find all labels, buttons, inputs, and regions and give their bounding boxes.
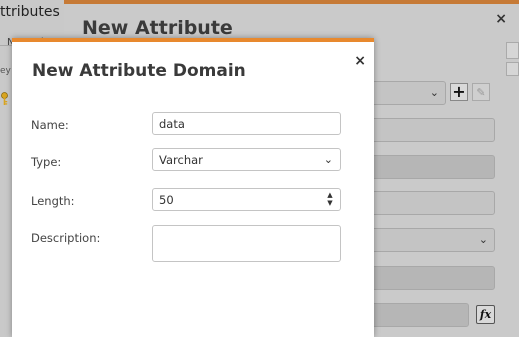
attribute-field <box>370 155 495 179</box>
spin-down-icon[interactable]: ▼ <box>326 199 334 207</box>
key-icon <box>1 92 8 105</box>
chevron-down-icon: ⌄ <box>478 233 488 246</box>
dialog-title: New Attribute Domain <box>32 61 246 81</box>
length-value: 50 <box>159 193 174 207</box>
edit-domain-button[interactable]: ✎ <box>472 83 490 101</box>
spin-up-icon[interactable]: ▲ <box>326 191 334 199</box>
attribute-select[interactable]: ⌄ <box>370 228 495 252</box>
type-select[interactable]: Varchar ⌄ <box>152 148 341 171</box>
side-handle <box>506 62 519 76</box>
type-select-value: Varchar <box>159 153 203 167</box>
add-domain-button[interactable]: + <box>450 83 468 101</box>
close-icon[interactable]: × <box>354 53 366 69</box>
attribute-field <box>370 266 495 290</box>
new-attribute-title: New Attribute <box>82 17 233 39</box>
chevron-down-icon: ⌄ <box>429 86 439 99</box>
attribute-field[interactable] <box>370 191 495 215</box>
pencil-icon: ✎ <box>476 86 486 99</box>
side-handle <box>506 42 519 59</box>
name-label: Name: <box>31 118 69 132</box>
new-attribute-close-icon[interactable]: × <box>495 11 507 27</box>
length-label: Length: <box>31 194 75 208</box>
expression-field <box>370 303 469 327</box>
length-input[interactable]: 50 ▲ ▼ <box>152 188 341 211</box>
fx-icon[interactable]: fx <box>476 305 495 324</box>
length-stepper[interactable]: ▲ ▼ <box>326 191 334 208</box>
name-input[interactable]: data <box>152 112 341 135</box>
chevron-down-icon: ⌄ <box>323 153 333 166</box>
type-label: Type: <box>31 155 62 169</box>
new-attribute-domain-dialog: New Attribute Domain × Name: data Type: … <box>12 38 374 337</box>
key-column-header: ey <box>0 66 11 76</box>
attribute-field[interactable] <box>370 118 495 142</box>
attributes-panel-title: ttributes <box>0 4 60 20</box>
domain-select[interactable]: ⌄ <box>370 81 446 105</box>
description-label: Description: <box>31 231 101 245</box>
description-textarea[interactable] <box>152 225 341 262</box>
